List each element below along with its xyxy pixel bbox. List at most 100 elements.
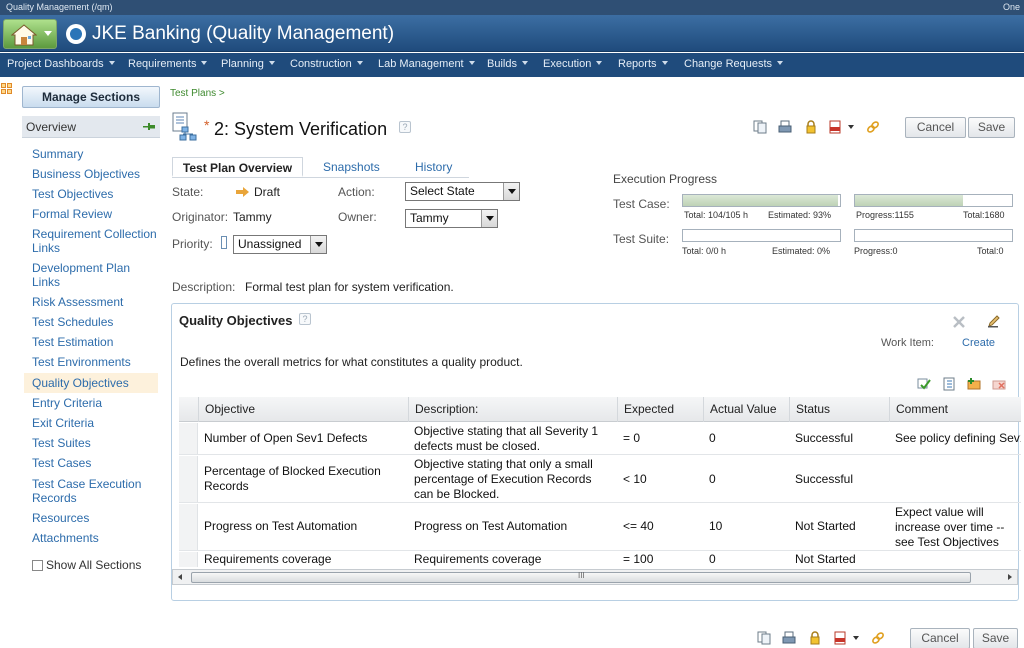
tab-history[interactable]: History (415, 160, 452, 174)
pdf-dropdown-icon[interactable] (853, 636, 859, 640)
grid-icon[interactable] (1, 83, 13, 95)
copy-icon[interactable] (753, 120, 767, 134)
menu-construction[interactable]: Construction (290, 53, 363, 77)
arrow-right-icon (236, 187, 249, 197)
sidebar-item-formal-review[interactable]: Formal Review (24, 207, 158, 221)
test-plan-icon (172, 112, 200, 142)
sidebar-item-requirement-collection-links[interactable]: Requirement Collection Links (24, 227, 158, 255)
menu-change-requests[interactable]: Change Requests (684, 53, 783, 77)
menu-execution[interactable]: Execution (543, 53, 602, 77)
approve-icon[interactable] (917, 377, 931, 391)
sidebar-item-risk-assessment[interactable]: Risk Assessment (24, 295, 158, 309)
horizontal-scrollbar[interactable]: III (172, 569, 1018, 585)
scroll-right-icon[interactable] (1008, 574, 1012, 580)
row-handle[interactable] (179, 552, 198, 567)
row-handle[interactable] (179, 504, 198, 550)
tab-snapshots[interactable]: Snapshots (323, 160, 380, 174)
table-header: Objective Description: Expected Actual V… (179, 397, 1021, 422)
col-actual-value[interactable]: Actual Value (703, 397, 789, 422)
sidebar-item-test-suites[interactable]: Test Suites (24, 436, 158, 450)
copy-icon[interactable] (757, 631, 771, 645)
pdf-dropdown-icon[interactable] (848, 125, 854, 129)
sidebar-item-test-cases[interactable]: Test Cases (24, 456, 158, 470)
sidebar-item-test-environments[interactable]: Test Environments (24, 355, 158, 369)
menu-planning[interactable]: Planning (221, 53, 275, 77)
close-icon[interactable] (952, 315, 966, 329)
checklist-icon[interactable] (942, 377, 956, 391)
description-cell: Progress on Test Automation (408, 519, 608, 534)
save-button[interactable]: Save (973, 628, 1018, 648)
create-work-item-link[interactable]: Create (962, 337, 995, 349)
show-all-label: Show All Sections (46, 558, 141, 572)
col-objective[interactable]: Objective (198, 397, 408, 422)
delete-row-icon[interactable] (992, 377, 1006, 391)
ts-total-hours: Total: 0/0 h (682, 246, 726, 256)
print-icon[interactable] (782, 631, 796, 645)
description-cell: Objective stating that all Severity 1 de… (408, 424, 608, 454)
show-all-sections[interactable]: Show All Sections (32, 558, 141, 572)
col-comment[interactable]: Comment (889, 397, 1021, 422)
manage-sections-button[interactable]: Manage Sections (22, 86, 160, 108)
action-select[interactable]: Select State (405, 182, 520, 201)
col-status[interactable]: Status (789, 397, 889, 422)
sidebar-item-test-case-execution-records[interactable]: Test Case Execution Records (24, 477, 158, 505)
sidebar-item-test-objectives[interactable]: Test Objectives (24, 187, 158, 201)
breadcrumb[interactable]: Test Plans > (170, 88, 225, 99)
cancel-button[interactable]: Cancel (910, 628, 970, 648)
objective-cell: Requirements coverage (198, 552, 403, 567)
table-row[interactable]: Percentage of Blocked Execution Records … (179, 456, 1021, 503)
sidebar-item-resources[interactable]: Resources (24, 511, 158, 525)
scroll-left-icon[interactable] (178, 574, 182, 580)
priority-select-value: Unassigned (238, 237, 301, 251)
expected-cell: < 10 (617, 472, 697, 487)
print-icon[interactable] (778, 120, 792, 134)
menu-builds[interactable]: Builds (487, 53, 528, 77)
menu-project-dashboards[interactable]: Project Dashboards (7, 53, 115, 77)
sidebar-item-business-objectives[interactable]: Business Objectives (24, 167, 158, 181)
home-menu-button[interactable] (3, 19, 57, 49)
priority-select[interactable]: Unassigned (233, 235, 327, 254)
show-all-checkbox[interactable] (32, 560, 43, 571)
link-icon[interactable] (871, 631, 885, 645)
work-item-label: Work Item: (881, 337, 934, 349)
edit-icon[interactable] (987, 314, 1001, 328)
lock-icon[interactable] (804, 120, 818, 134)
col-description[interactable]: Description: (408, 397, 617, 422)
sidebar-item-entry-criteria[interactable]: Entry Criteria (24, 396, 158, 410)
pin-icon[interactable] (143, 122, 155, 131)
save-button[interactable]: Save (968, 117, 1015, 138)
sidebar-item-exit-criteria[interactable]: Exit Criteria (24, 416, 158, 430)
table-row[interactable]: Number of Open Sev1 Defects Objective st… (179, 423, 1021, 455)
menu-requirements[interactable]: Requirements (128, 53, 207, 77)
menu-reports[interactable]: Reports (618, 53, 668, 77)
help-icon[interactable]: ? (299, 313, 311, 325)
overview-header: Overview (22, 116, 160, 138)
row-handle[interactable] (179, 456, 198, 502)
pdf-icon[interactable] (833, 631, 847, 645)
table-row[interactable]: Progress on Test Automation Progress on … (179, 504, 1021, 551)
unsaved-marker: * (204, 117, 209, 133)
lock-icon[interactable] (808, 631, 822, 645)
tab-test-plan-overview[interactable]: Test Plan Overview (172, 157, 303, 177)
sidebar-item-test-schedules[interactable]: Test Schedules (24, 315, 158, 329)
ts-progress-points: Progress:0 (854, 246, 898, 256)
sidebar-item-attachments[interactable]: Attachments (24, 531, 158, 545)
sidebar-item-test-estimation[interactable]: Test Estimation (24, 335, 158, 349)
owner-select[interactable]: Tammy (405, 209, 498, 228)
status-cell: Successful (789, 431, 885, 446)
table-row[interactable]: Requirements coverage Requirements cover… (179, 552, 1021, 567)
actual-cell: 0 (703, 552, 783, 567)
sidebar-item-summary[interactable]: Summary (24, 147, 158, 161)
link-icon[interactable] (866, 120, 880, 134)
cancel-button[interactable]: Cancel (905, 117, 966, 138)
sidebar-item-development-plan-links[interactable]: Development Plan Links (24, 261, 158, 289)
pdf-icon[interactable] (828, 120, 842, 134)
actual-cell: 10 (703, 519, 783, 534)
menu-lab-management[interactable]: Lab Management (378, 53, 475, 77)
sidebar-item-quality-objectives[interactable]: Quality Objectives (24, 373, 158, 393)
add-row-icon[interactable] (967, 377, 981, 391)
col-expected[interactable]: Expected (617, 397, 703, 422)
help-icon[interactable]: ? (399, 121, 411, 133)
state-value: Draft (254, 185, 280, 199)
row-handle[interactable] (179, 423, 198, 454)
